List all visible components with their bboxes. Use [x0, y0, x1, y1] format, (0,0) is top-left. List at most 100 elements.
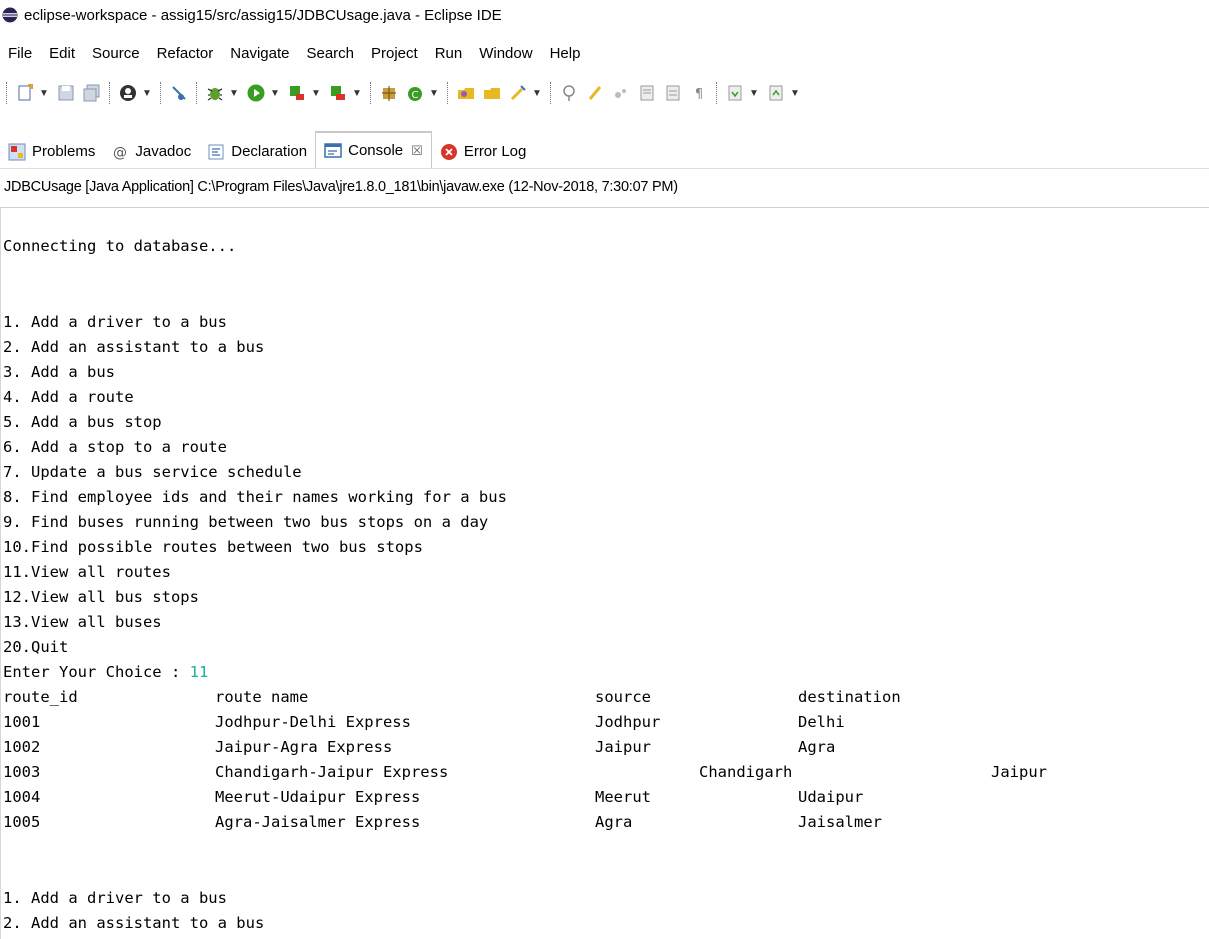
- coverage-dropdown-icon[interactable]: ▼: [310, 82, 322, 104]
- profile-dropdown-icon[interactable]: ▼: [141, 82, 153, 104]
- tab-label: Console: [348, 142, 404, 159]
- route-name-cell: Agra-Jaisalmer Express: [215, 813, 421, 831]
- new-icon[interactable]: [14, 82, 36, 104]
- toolbar-separator: [447, 82, 449, 104]
- search-dropdown-icon[interactable]: ▼: [531, 82, 543, 104]
- console-icon: [324, 142, 342, 160]
- block-selection-icon[interactable]: [610, 82, 632, 104]
- word-wrap-icon[interactable]: [636, 82, 658, 104]
- external-tools-icon[interactable]: [327, 82, 349, 104]
- console-menu-line: 9. Find buses running between two bus st…: [3, 513, 489, 531]
- toolbar-separator: [109, 82, 111, 104]
- tab-declaration[interactable]: Declaration: [199, 135, 315, 168]
- route-destination-cell: Agra: [798, 738, 836, 756]
- debug-dropdown-icon[interactable]: ▼: [228, 82, 240, 104]
- menu-search[interactable]: Search: [298, 45, 363, 62]
- debug-icon[interactable]: [204, 82, 226, 104]
- tab-console[interactable]: Console ☒: [315, 131, 432, 168]
- menu-help[interactable]: Help: [542, 45, 590, 62]
- next-annotation-icon[interactable]: [724, 82, 746, 104]
- console-menu-line: 6. Add a stop to a route: [3, 438, 227, 456]
- tab-javadoc[interactable]: @ Javadoc: [103, 135, 199, 168]
- eclipse-logo-icon: [2, 7, 18, 23]
- console-menu-line: 1. Add a driver to a bus: [3, 313, 227, 331]
- mark-occurrences-icon[interactable]: [584, 82, 606, 104]
- route-name-cell: Jaipur-Agra Express: [215, 738, 393, 756]
- main-toolbar: ▼ ▼ ▼ ▼ ▼ ▼ C ▼ ▼ ¶ ▼ ▼: [0, 76, 1209, 110]
- toolbar-separator: [550, 82, 552, 104]
- routes-header-source: source: [595, 688, 651, 706]
- tab-problems[interactable]: Problems: [0, 135, 103, 168]
- save-all-icon[interactable]: [81, 82, 103, 104]
- new-java-package-icon[interactable]: [378, 82, 400, 104]
- console-menu-line: 8. Find employee ids and their names wor…: [3, 488, 507, 506]
- profile-icon[interactable]: [117, 82, 139, 104]
- menu-run[interactable]: Run: [427, 45, 472, 62]
- route-destination-cell: Jaisalmer: [798, 813, 882, 831]
- close-tab-icon[interactable]: ☒: [411, 143, 423, 159]
- console-menu-line: 13.View all buses: [3, 613, 162, 631]
- choice-prompt: Enter Your Choice :: [3, 663, 190, 681]
- view-tab-bar: Problems @ Javadoc Declaration Console ☒…: [0, 130, 1209, 168]
- console-menu-line: 4. Add a route: [3, 388, 134, 406]
- route-destination-cell: Udaipur: [798, 788, 864, 806]
- menu-project[interactable]: Project: [363, 45, 427, 62]
- tab-error-log[interactable]: Error Log: [432, 135, 535, 168]
- route-name-cell: Chandigarh-Jaipur Express: [215, 763, 449, 781]
- external-tools-dropdown-icon[interactable]: ▼: [351, 82, 363, 104]
- menu-navigate[interactable]: Navigate: [222, 45, 298, 62]
- menu-source[interactable]: Source: [84, 45, 149, 62]
- search-icon[interactable]: [507, 82, 529, 104]
- menu-bar: File Edit Source Refactor Navigate Searc…: [0, 40, 589, 66]
- menu-file[interactable]: File: [2, 45, 41, 62]
- route-source-cell: Jaipur: [595, 738, 651, 756]
- tab-label: Problems: [32, 143, 96, 160]
- show-whitespace-icon[interactable]: [662, 82, 684, 104]
- console-line: Connecting to database...: [3, 237, 237, 255]
- title-bar: eclipse-workspace - assig15/src/assig15/…: [0, 0, 1209, 30]
- menu-window[interactable]: Window: [471, 45, 541, 62]
- run-dropdown-icon[interactable]: ▼: [269, 82, 281, 104]
- route-name-cell: Jodhpur-Delhi Express: [215, 713, 411, 731]
- console-menu-line: 7. Update a bus service schedule: [3, 463, 302, 481]
- route-id-cell: 1005: [3, 813, 41, 831]
- toolbar-separator: [6, 82, 8, 104]
- skip-breakpoints-icon[interactable]: [168, 82, 190, 104]
- route-name-cell: Meerut-Udaipur Express: [215, 788, 421, 806]
- menu-edit[interactable]: Edit: [41, 45, 84, 62]
- paragraph-icon[interactable]: ¶: [688, 82, 710, 104]
- console-menu-line: 2. Add an assistant to a bus: [3, 338, 265, 356]
- console-menu-line: 3. Add a bus: [3, 363, 115, 381]
- declaration-icon: [207, 143, 225, 161]
- console-process-label: JDBCUsage [Java Application] C:\Program …: [0, 168, 1209, 208]
- console-output[interactable]: Connecting to database... 1. Add a drive…: [0, 208, 1209, 939]
- new-java-class-icon[interactable]: C: [404, 82, 426, 104]
- new-dropdown-icon[interactable]: ▼: [38, 82, 50, 104]
- route-destination-cell: Jaipur: [991, 763, 1047, 781]
- window-title: eclipse-workspace - assig15/src/assig15/…: [24, 6, 502, 24]
- coverage-icon[interactable]: [286, 82, 308, 104]
- console-menu-line: 2. Add an assistant to a bus: [3, 914, 265, 932]
- route-source-cell: Jodhpur: [595, 713, 661, 731]
- prev-annotation-icon[interactable]: [765, 82, 787, 104]
- tab-label: Error Log: [463, 143, 527, 160]
- menu-refactor[interactable]: Refactor: [149, 45, 223, 62]
- route-id-cell: 1004: [3, 788, 41, 806]
- routes-header-route-name: route name: [215, 688, 309, 706]
- run-icon[interactable]: [245, 82, 267, 104]
- route-id-cell: 1001: [3, 713, 41, 731]
- error-log-icon: [440, 143, 458, 161]
- open-type-icon[interactable]: [455, 82, 477, 104]
- route-source-cell: Agra: [595, 813, 633, 831]
- save-icon[interactable]: [55, 82, 77, 104]
- next-annotation-dropdown-icon[interactable]: ▼: [748, 82, 760, 104]
- open-task-icon[interactable]: [481, 82, 503, 104]
- toolbar-separator: [370, 82, 372, 104]
- console-menu-line: 11.View all routes: [3, 563, 171, 581]
- annotation-icon[interactable]: [558, 82, 580, 104]
- prev-annotation-dropdown-icon[interactable]: ▼: [789, 82, 801, 104]
- javadoc-icon: @: [111, 143, 129, 161]
- console-menu-line: 5. Add a bus stop: [3, 413, 162, 431]
- new-class-dropdown-icon[interactable]: ▼: [428, 82, 440, 104]
- console-menu-line: 20.Quit: [3, 638, 69, 656]
